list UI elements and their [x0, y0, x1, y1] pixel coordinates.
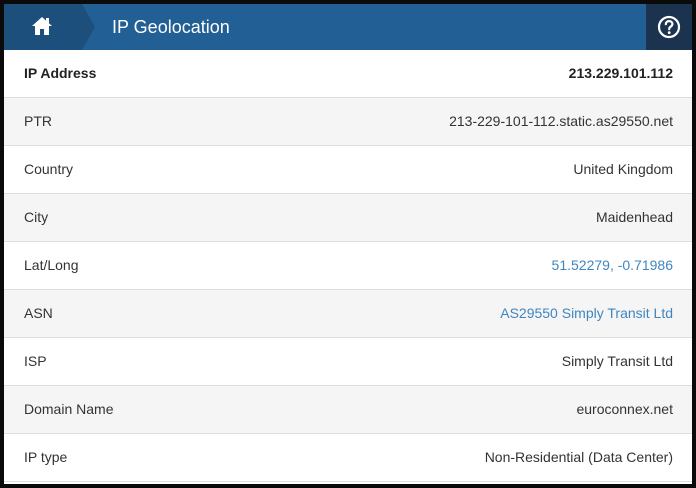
asn-link[interactable]: AS29550 Simply Transit Ltd — [500, 290, 673, 337]
row-value: Non-Residential (Data Center) — [484, 449, 673, 465]
table-row-lat-long: Lat/Long 51.52279, -0.71986 — [4, 242, 692, 290]
row-label: Domain Name — [24, 401, 114, 417]
row-value: 213.229.101.112 — [568, 65, 673, 81]
row-label: Lat/Long — [24, 257, 79, 273]
row-label: City — [24, 209, 49, 225]
lat-long-link[interactable]: 51.52279, -0.71986 — [552, 242, 673, 289]
ip-geolocation-panel: IP Geolocation IP Address 213.229.101.11… — [0, 0, 696, 488]
row-label: PTR — [24, 113, 52, 129]
row-label: IP type — [24, 449, 68, 465]
table-row-domain-name: Domain Name euroconnex.net — [4, 386, 692, 434]
row-label: ASN — [24, 305, 53, 321]
table-row-ip-type: IP type Non-Residential (Data Center) — [4, 434, 692, 482]
row-value: Maidenhead — [595, 209, 673, 225]
home-icon[interactable] — [31, 16, 53, 36]
question-circle-icon[interactable] — [657, 15, 681, 39]
row-value: euroconnex.net — [576, 401, 673, 417]
home-button[interactable] — [4, 4, 82, 50]
row-label: ISP — [24, 353, 47, 369]
row-value: Simply Transit Ltd — [561, 353, 673, 369]
breadcrumb-arrow — [82, 4, 95, 50]
table-row-asn: ASN AS29550 Simply Transit Ltd — [4, 290, 692, 338]
help-button[interactable] — [646, 4, 692, 50]
row-value: United Kingdom — [573, 161, 673, 177]
table-row-ptr: PTR 213-229-101-112.static.as29550.net — [4, 98, 692, 146]
row-label: IP Address — [24, 65, 97, 81]
page-title: IP Geolocation — [112, 17, 230, 37]
table-row-city: City Maidenhead — [4, 194, 692, 242]
header-bar: IP Geolocation — [4, 4, 692, 50]
details-table: IP Address 213.229.101.112 PTR 213-229-1… — [4, 50, 692, 482]
row-value: 213-229-101-112.static.as29550.net — [449, 113, 673, 129]
table-row-ip-address: IP Address 213.229.101.112 — [4, 50, 692, 98]
row-label: Country — [24, 161, 74, 177]
table-row-country: Country United Kingdom — [4, 146, 692, 194]
table-row-isp: ISP Simply Transit Ltd — [4, 338, 692, 386]
